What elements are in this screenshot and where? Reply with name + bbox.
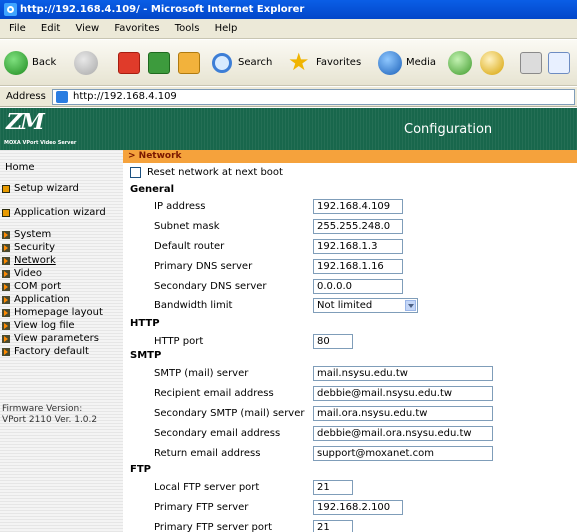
reset-network-checkbox[interactable]	[130, 167, 141, 178]
page-icon	[56, 91, 68, 103]
stop-button[interactable]	[116, 49, 142, 77]
moxa-logo: ZM	[3, 109, 46, 135]
edit-icon	[548, 52, 570, 74]
arrow-icon	[2, 296, 10, 304]
print-icon	[520, 52, 542, 74]
search-button[interactable]: Search	[210, 49, 280, 77]
print-button[interactable]	[518, 49, 542, 77]
forward-button[interactable]	[72, 49, 112, 77]
primary-ftp-port-input[interactable]: 21	[313, 520, 353, 532]
local-ftp-port-input[interactable]: 21	[313, 480, 353, 495]
favorites-button[interactable]: ★ Favorites	[286, 48, 370, 77]
smtp-heading: SMTP	[130, 350, 162, 361]
primary-ftp-port-label: Primary FTP server port	[154, 522, 273, 532]
arrow-icon	[2, 348, 10, 356]
bandwidth-limit-label: Bandwidth limit	[154, 300, 233, 311]
ip-address-label: IP address	[154, 201, 206, 212]
window-title: http://192.168.4.109/ - Microsoft Intern…	[20, 4, 305, 15]
arrow-icon	[2, 244, 10, 252]
arrow-icon	[2, 335, 10, 343]
secondary-dns-input[interactable]: 0.0.0.0	[313, 279, 403, 294]
wizard-icon	[2, 185, 10, 193]
chevron-down-icon[interactable]	[405, 300, 416, 311]
reset-network-label: Reset network at next boot	[147, 167, 283, 178]
toolbar: Back Search ★ Favorites Media	[0, 40, 577, 86]
primary-dns-label: Primary DNS server	[154, 261, 253, 272]
local-ftp-port-label: Local FTP server port	[154, 482, 260, 493]
home-button[interactable]	[176, 49, 202, 77]
secondary-dns-label: Secondary DNS server	[154, 281, 267, 292]
subnet-mask-label: Subnet mask	[154, 221, 220, 232]
banner-title: Configuration	[404, 122, 493, 137]
secondary-email-label: Secondary email address	[154, 428, 281, 439]
media-button[interactable]: Media	[376, 49, 442, 77]
arrow-icon	[2, 309, 10, 317]
secondary-email-input[interactable]: debbie@mail.ora.nsysu.edu.tw	[313, 426, 493, 441]
window-title-bar: http://192.168.4.109/ - Microsoft Intern…	[0, 0, 577, 19]
menu-help[interactable]: Help	[215, 19, 238, 39]
home-icon	[178, 52, 200, 74]
banner: ZM MOXA VPort Video Server Configuration	[0, 108, 577, 150]
edit-button[interactable]	[546, 49, 572, 77]
ie-icon	[4, 3, 17, 16]
arrow-icon	[2, 231, 10, 239]
menu-edit[interactable]: Edit	[41, 19, 60, 39]
arrow-icon	[2, 257, 10, 265]
ip-address-input[interactable]: 192.168.4.109	[313, 199, 403, 214]
primary-ftp-server-input[interactable]: 192.168.2.100	[313, 500, 403, 515]
smtp-server-label: SMTP (mail) server	[154, 368, 249, 379]
product-subtitle: MOXA VPort Video Server	[4, 140, 77, 146]
stop-icon	[118, 52, 140, 74]
history-button[interactable]	[446, 49, 472, 77]
general-heading: General	[130, 184, 174, 195]
sidebar: Home Setup wizard Application wizard Sys…	[0, 150, 123, 532]
return-email-input[interactable]: support@moxanet.com	[313, 446, 493, 461]
refresh-icon	[148, 52, 170, 74]
menu-tools[interactable]: Tools	[175, 19, 200, 39]
arrow-icon	[2, 322, 10, 330]
refresh-button[interactable]	[146, 49, 172, 77]
mail-button[interactable]	[478, 49, 514, 77]
back-arrow-icon	[4, 51, 28, 75]
history-icon	[448, 51, 472, 75]
address-input[interactable]: http://192.168.4.109	[52, 89, 575, 105]
primary-ftp-server-label: Primary FTP server	[154, 502, 249, 513]
http-port-label: HTTP port	[154, 336, 204, 347]
mail-icon	[480, 51, 504, 75]
address-url: http://192.168.4.109	[73, 91, 177, 102]
star-icon: ★	[288, 48, 310, 76]
arrow-icon	[2, 283, 10, 291]
ftp-heading: FTP	[130, 464, 151, 475]
firmware-version: Firmware Version: VPort 2110 Ver. 1.0.2	[2, 404, 98, 425]
secondary-smtp-label: Secondary SMTP (mail) server	[154, 408, 305, 419]
media-icon	[378, 51, 402, 75]
recipient-email-input[interactable]: debbie@mail.nsysu.edu.tw	[313, 386, 493, 401]
search-icon	[212, 53, 232, 73]
primary-dns-input[interactable]: 192.168.1.16	[313, 259, 403, 274]
section-header: > Network	[123, 150, 577, 163]
smtp-server-input[interactable]: mail.nsysu.edu.tw	[313, 366, 493, 381]
address-bar: Address http://192.168.4.109	[0, 87, 577, 107]
recipient-email-label: Recipient email address	[154, 388, 274, 399]
menu-favorites[interactable]: Favorites	[114, 19, 159, 39]
wizard-icon	[2, 209, 10, 217]
subnet-mask-input[interactable]: 255.255.248.0	[313, 219, 403, 234]
menu-file[interactable]: File	[9, 19, 26, 39]
default-router-input[interactable]: 192.168.1.3	[313, 239, 403, 254]
bandwidth-limit-select[interactable]: Not limited	[313, 298, 418, 313]
http-port-input[interactable]: 80	[313, 334, 353, 349]
http-heading: HTTP	[130, 318, 160, 329]
arrow-icon	[2, 270, 10, 278]
forward-arrow-icon	[74, 51, 98, 75]
address-label: Address	[6, 91, 46, 102]
main-content: > Network Reset network at next boot Gen…	[123, 150, 577, 532]
return-email-label: Return email address	[154, 448, 261, 459]
menu-bar: File Edit View Favorites Tools Help	[0, 19, 577, 39]
secondary-smtp-input[interactable]: mail.ora.nsysu.edu.tw	[313, 406, 493, 421]
default-router-label: Default router	[154, 241, 225, 252]
back-button[interactable]: Back	[2, 49, 64, 77]
menu-view[interactable]: View	[75, 19, 99, 39]
